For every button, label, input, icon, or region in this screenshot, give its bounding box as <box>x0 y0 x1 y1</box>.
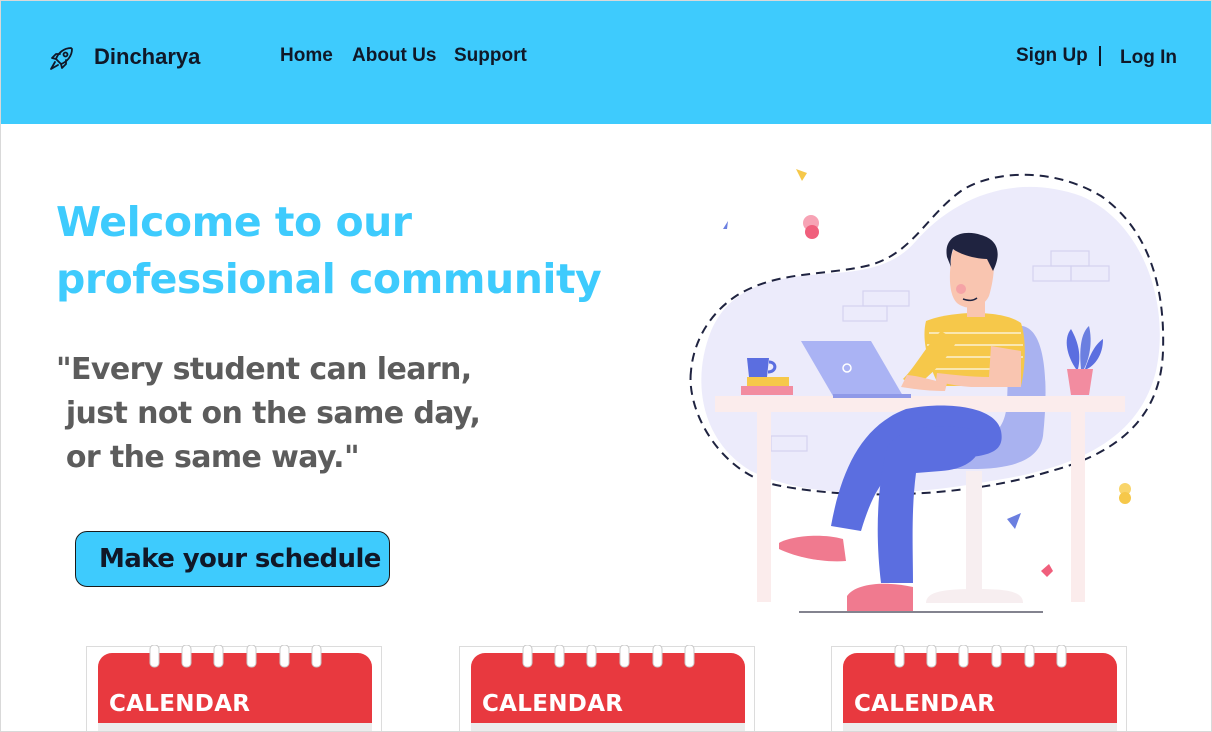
calendar-rings <box>894 645 1067 668</box>
calendar-icon: CALENDAR <box>843 645 1117 723</box>
hero-quote: "Every student can learn, just not on th… <box>56 348 481 480</box>
hero-title: Welcome to our professional community <box>56 194 602 308</box>
calendar-label: CALENDAR <box>109 691 251 717</box>
rocket-icon[interactable] <box>47 43 77 73</box>
calendar-label: CALENDAR <box>854 691 996 717</box>
calendar-body <box>471 723 745 731</box>
brand-name[interactable]: Dincharya <box>94 44 200 70</box>
calendar-icon: CALENDAR <box>98 645 372 723</box>
page: Dincharya Home About Us Support Sign Up … <box>0 0 1212 732</box>
calendar-body <box>843 723 1117 731</box>
log-in-link[interactable]: Log In <box>1120 47 1177 69</box>
sign-up-link[interactable]: Sign Up <box>1016 45 1088 67</box>
calendar-body <box>98 723 372 731</box>
calendar-rings <box>149 645 322 668</box>
calendar-rings <box>522 645 695 668</box>
make-schedule-button-label: Make your schedule <box>99 544 381 574</box>
hero-title-line-1: Welcome to our <box>56 198 412 246</box>
quote-line: or the same way." <box>56 440 360 475</box>
nav-about-link[interactable]: About Us <box>352 45 436 67</box>
calendar-card[interactable]: CALENDAR <box>86 645 382 731</box>
make-schedule-button[interactable]: Make your schedule <box>75 531 390 587</box>
nav-divider <box>1099 46 1101 66</box>
nav-support-link[interactable]: Support <box>454 45 527 67</box>
calendar-label: CALENDAR <box>482 691 624 717</box>
quote-line: "Every student can learn, <box>56 352 472 387</box>
calendar-card[interactable]: CALENDAR <box>831 645 1127 731</box>
calendar-card[interactable]: CALENDAR <box>459 645 755 731</box>
quote-line: just not on the same day, <box>56 396 481 431</box>
hero-title-line-2: professional community <box>56 255 602 303</box>
calendar-icon: CALENDAR <box>471 645 745 723</box>
person-working-on-laptop-illustration <box>689 169 1165 613</box>
nav-home-link[interactable]: Home <box>280 45 333 67</box>
top-navbar: Dincharya Home About Us Support Sign Up … <box>1 1 1211 124</box>
